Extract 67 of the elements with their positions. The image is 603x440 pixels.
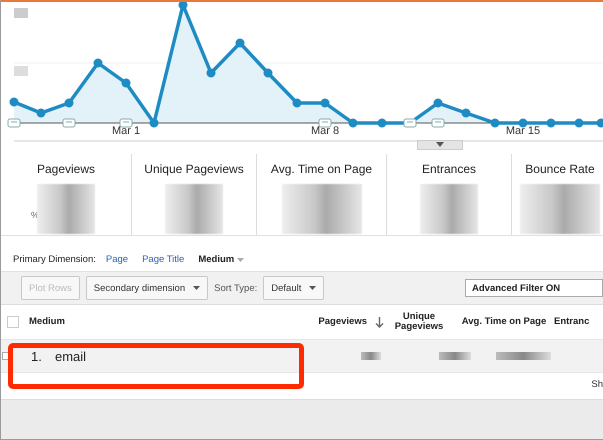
data-point[interactable] [348,118,358,128]
collapse-toggle[interactable] [417,140,463,150]
data-point[interactable] [596,118,603,128]
data-point[interactable] [236,38,244,48]
secondary-dimension-dropdown[interactable]: Secondary dimension [86,276,208,300]
data-point[interactable] [462,108,470,118]
sort-arrow-icon[interactable] [375,316,384,328]
data-point[interactable] [94,58,102,68]
caret-icon [436,142,444,147]
axis-value-redacted [14,66,28,76]
footer-text: Sh [591,379,603,390]
annotation-icon[interactable] [432,118,444,128]
data-point[interactable] [10,98,18,106]
annotation-icon[interactable] [120,118,132,128]
data-point[interactable] [264,68,272,78]
select-all-checkbox[interactable] [7,316,19,328]
metric-label: Pageviews [36,162,96,176]
metric-value-redacted [37,184,95,234]
value-redacted [496,352,551,360]
data-point[interactable] [122,78,130,88]
axis-label: Mar 1 [112,125,140,137]
data-point[interactable] [150,118,158,128]
data-point[interactable] [36,108,46,118]
row-number: 1. [31,348,43,364]
axis-value-redacted [14,8,28,18]
data-point[interactable] [574,118,584,128]
table-row[interactable]: 1. email [1,339,603,373]
data-point[interactable] [320,98,330,108]
column-header[interactable]: Unique Pageviews [384,312,454,332]
column-header[interactable]: Pageviews [299,316,384,328]
data-point[interactable] [378,118,386,128]
dimension-label: Primary Dimension: [13,254,96,265]
annotation-icon[interactable] [318,118,332,128]
metric-label: Unique Pageviews [144,162,244,176]
annotation-icon[interactable] [404,118,416,128]
caret-icon [309,286,316,290]
metric-value-redacted [165,184,223,234]
data-point[interactable] [64,98,74,108]
table-cell: email [55,348,86,364]
data-point[interactable] [434,98,442,108]
dimension-option[interactable]: Medium [198,254,244,265]
value-redacted [439,352,471,360]
data-point[interactable] [206,68,216,78]
caret-icon [193,286,200,290]
axis-label: Mar 15 [506,125,540,137]
annotation-icon[interactable] [8,118,20,128]
filter-field[interactable]: Advanced Filter ON [465,279,603,297]
column-header[interactable]: Avg. Time on Page [454,316,554,328]
dimension-option[interactable]: Page [106,254,128,265]
sort-type-dropdown[interactable]: Default [263,276,324,300]
data-point[interactable] [490,118,500,128]
metric-label: Avg. Time on Page [270,162,372,176]
data-point[interactable] [546,118,556,128]
dimension-option[interactable]: Page Title [142,254,184,265]
sort-type-label: Sort Type: [214,282,258,294]
data-point[interactable] [292,98,302,108]
metric-label: Bounce Rate [525,162,595,176]
data-point[interactable] [518,118,528,128]
column-header[interactable]: Medium [29,316,299,328]
annotation-icon[interactable] [62,118,76,128]
column-header[interactable]: Entranc [554,316,603,328]
caret-icon [237,258,244,262]
metric-label: Entrances [422,162,476,176]
value-redacted [361,352,381,360]
axis-label: Mar 8 [310,125,340,137]
data-point[interactable] [178,2,188,10]
metric-value-redacted [420,184,478,234]
